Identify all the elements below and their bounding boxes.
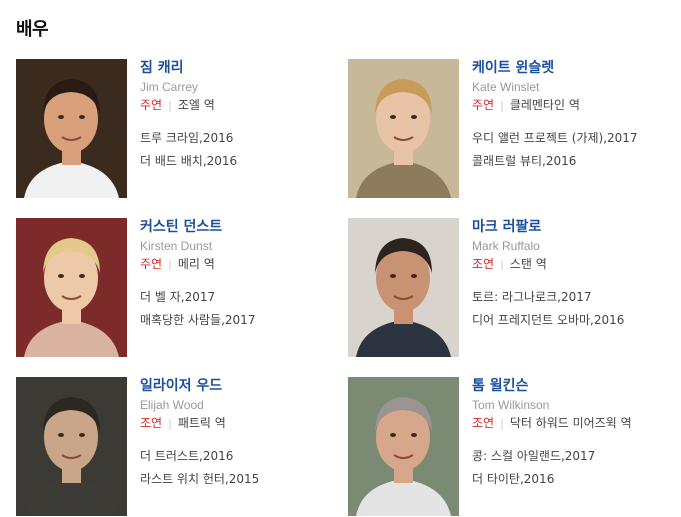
filmography-item[interactable]: 더 벨 자,2017 [140,286,340,309]
character-name: 클레멘타인 역 [509,98,580,112]
filmography-item[interactable]: 트루 크라임,2016 [140,127,340,150]
role-type: 조연 [472,257,495,271]
actor-card: 일라이저 우드 Elijah Wood 조연 | 패트릭 역더 트러스트,2016 라스트… [16,377,336,517]
actor-name-english: Elijah Wood [140,398,204,412]
actor-name-link[interactable]: 마크 러팔로 [472,218,672,236]
filmography-item[interactable]: 디어 프레지던트 오바마,2016 [472,309,672,332]
actor-name-link[interactable]: 케이트 윈슬렛 [472,59,672,77]
role-separator: | [168,258,172,271]
role-line: 조연 | 스탠 역 [472,255,672,274]
actor-card: 커스틴 던스트 Kirsten Dunst 주연 | 메리 역더 벨 자,2017 매혹당… [16,218,336,358]
actor-photo[interactable] [16,59,127,198]
filmography-list: 트루 크라임,2016 더 배드 배치,2016 [140,127,340,173]
role-line: 조연 | 닥터 하워드 미어즈윅 역 [472,414,672,433]
role-line: 주연 | 클레멘타인 역 [472,96,672,115]
filmography-list: 토르: 라그나로크,2017 디어 프레지던트 오바마,2016 [472,286,672,332]
filmography-item[interactable]: 콜래트럴 뷰티,2016 [472,150,672,173]
actor-info: 커스틴 던스트 Kirsten Dunst 주연 | 메리 역더 벨 자,2017 매혹당… [140,218,340,332]
filmography-item[interactable]: 우디 앨런 프로젝트 (가제),2017 [472,127,672,150]
actor-name-english: Mark Ruffalo [472,239,540,253]
filmography-item[interactable]: 매혹당한 사람들,2017 [140,309,340,332]
role-separator: | [500,417,504,430]
actor-name-link[interactable]: 톰 윌킨슨 [472,377,672,395]
actor-info: 마크 러팔로 Mark Ruffalo 조연 | 스탠 역토르: 라그나로크,2017 디… [472,218,672,332]
actor-photo[interactable] [16,218,127,357]
actor-name-english: Tom Wilkinson [472,398,550,412]
role-line: 주연 | 조엘 역 [140,96,340,115]
actor-card: 톰 윌킨슨 Tom Wilkinson 조연 | 닥터 하워드 미어즈윅 역 콩: 스컬 … [348,377,668,517]
role-separator: | [500,258,504,271]
filmography-list: 더 벨 자,2017 매혹당한 사람들,2017 [140,286,340,332]
role-type: 조연 [472,416,495,430]
actor-card: 마크 러팔로 Mark Ruffalo 조연 | 스탠 역 토르: 라그나로크,2017 디… [348,218,668,358]
role-separator: | [168,99,172,112]
filmography-list: 우디 앨런 프로젝트 (가제),2017 콜래트럴 뷰티,2016 [472,127,672,173]
actor-name-english: Jim Carrey [140,80,199,94]
role-type: 주연 [140,257,163,271]
role-type: 조연 [140,416,163,430]
filmography-item[interactable]: 라스트 위치 헌터,2015 [140,468,340,491]
actor-card: 짐 캐리 Jim Carrey 주연 | 조엘 역 트루 크라임,2016 더 배드 배치,… [16,59,336,199]
actor-info: 톰 윌킨슨 Tom Wilkinson 조연 | 닥터 하워드 미어즈윅 역콩: 스컬 … [472,377,672,491]
actor-photo[interactable] [348,377,459,516]
actor-name-english: Kate Winslet [472,80,540,94]
role-type: 주연 [472,98,495,112]
role-separator: | [168,417,172,430]
filmography-list: 더 트러스트,2016 라스트 위치 헌터,2015 [140,445,340,491]
character-name: 메리 역 [177,257,215,271]
actor-name-link[interactable]: 커스틴 던스트 [140,218,340,236]
role-type: 주연 [140,98,163,112]
actor-info: 짐 캐리 Jim Carrey 주연 | 조엘 역트루 크라임,2016 더 배드 배치,… [140,59,340,173]
section-title: 배우 [16,19,49,40]
character-name: 스탠 역 [509,257,547,271]
filmography-item[interactable]: 더 트러스트,2016 [140,445,340,468]
actor-card: 케이트 윈슬렛 Kate Winslet 주연 | 클레멘타인 역 우디 앨런 프로젝트 … [348,59,668,199]
role-line: 조연 | 패트릭 역 [140,414,340,433]
role-separator: | [500,99,504,112]
actor-photo[interactable] [348,59,459,198]
actor-photo[interactable] [348,218,459,357]
actor-info: 일라이저 우드 Elijah Wood 조연 | 패트릭 역더 트러스트,2016 라스트… [140,377,340,491]
actor-name-link[interactable]: 일라이저 우드 [140,377,340,395]
character-name: 패트릭 역 [177,416,226,430]
actor-name-link[interactable]: 짐 캐리 [140,59,340,77]
filmography-item[interactable]: 더 배드 배치,2016 [140,150,340,173]
actor-info: 케이트 윈슬렛 Kate Winslet 주연 | 클레멘타인 역우디 앨런 프로젝트 … [472,59,672,173]
filmography-item[interactable]: 더 타이탄,2016 [472,468,672,491]
filmography-list: 콩: 스컬 아일랜드,2017 더 타이탄,2016 [472,445,672,491]
character-name: 닥터 하워드 미어즈윅 역 [509,416,632,430]
character-name: 조엘 역 [177,98,215,112]
actor-name-english: Kirsten Dunst [140,239,213,253]
filmography-item[interactable]: 콩: 스컬 아일랜드,2017 [472,445,672,468]
role-line: 주연 | 메리 역 [140,255,340,274]
actor-photo[interactable] [16,377,127,516]
filmography-item[interactable]: 토르: 라그나로크,2017 [472,286,672,309]
